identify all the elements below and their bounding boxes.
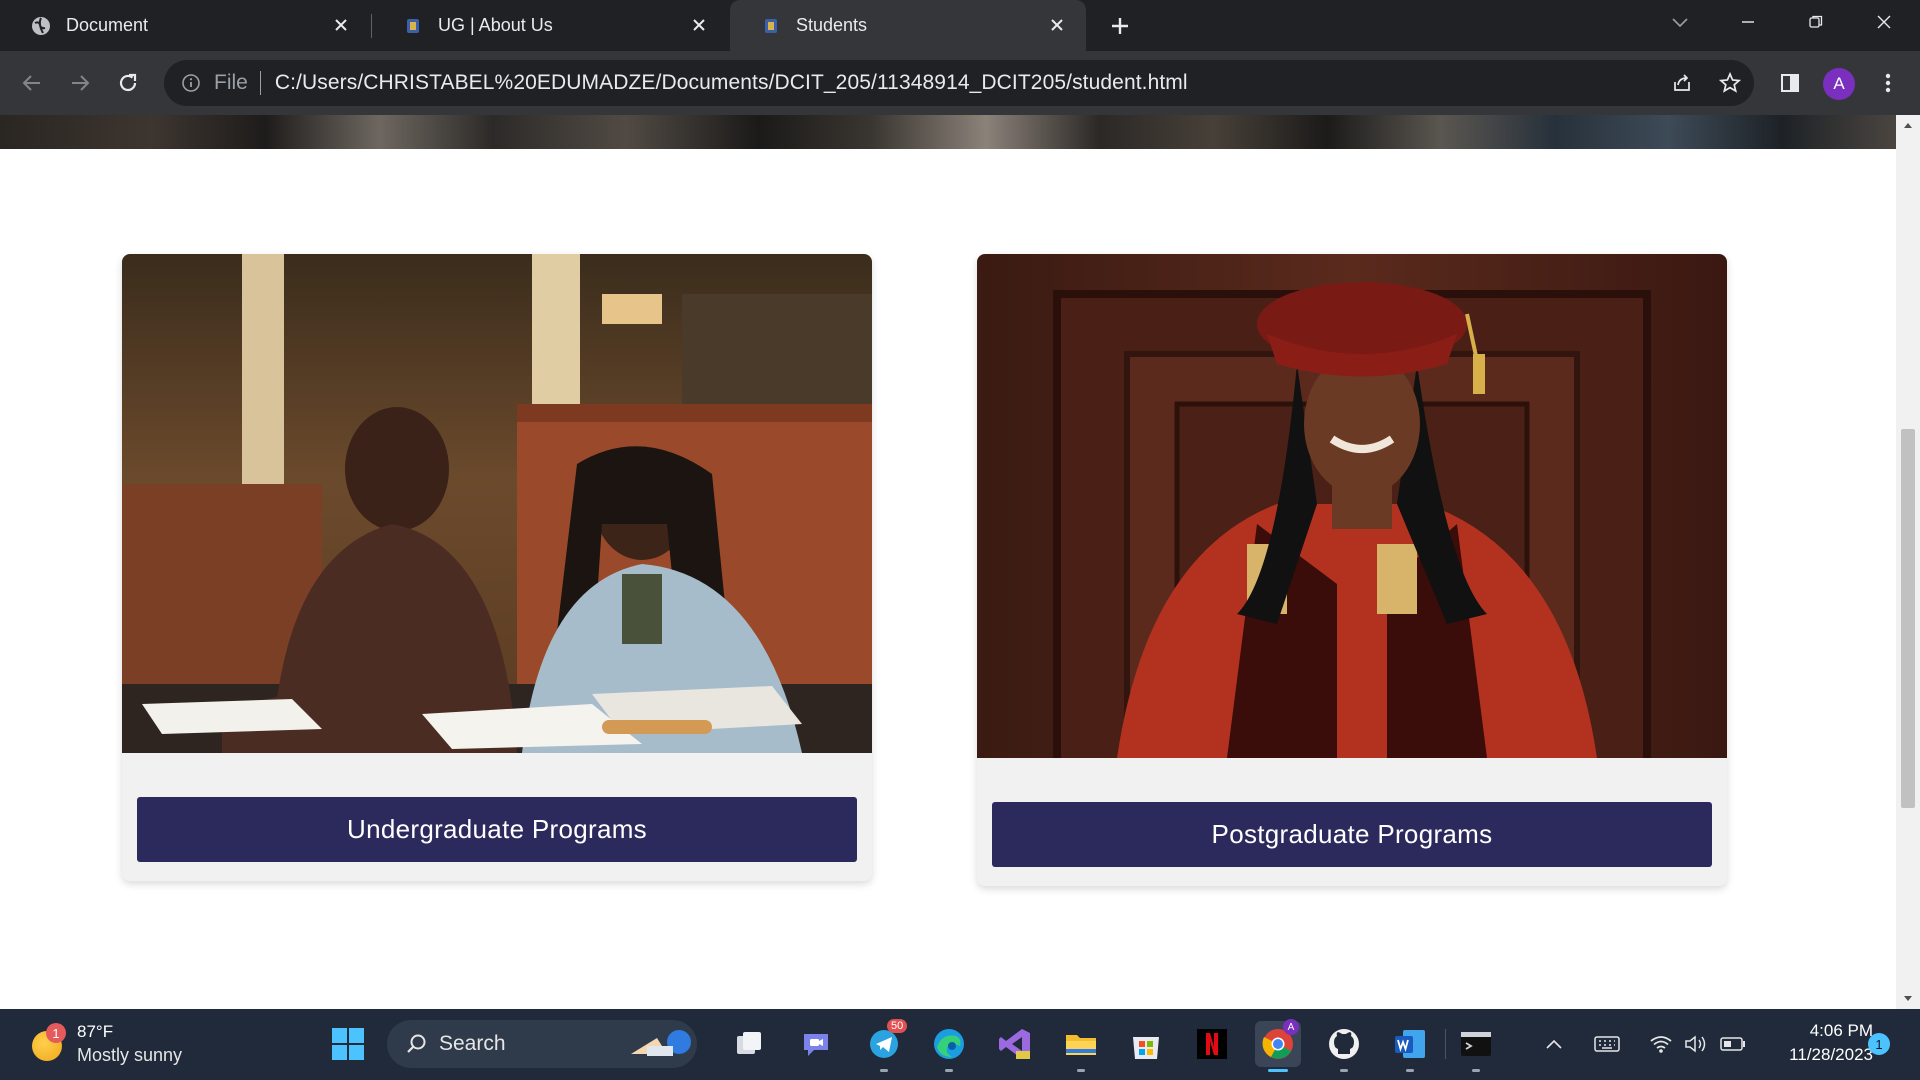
teams-chat-app[interactable] — [793, 1021, 839, 1067]
telegram-badge: 50 — [887, 1019, 908, 1033]
clock-date: 11/28/2023 — [1789, 1045, 1873, 1064]
weather-badge: 1 — [46, 1023, 66, 1043]
new-tab-button[interactable] — [1106, 12, 1134, 40]
notification-badge[interactable]: 1 — [1868, 1033, 1890, 1055]
search-icon — [407, 1034, 426, 1053]
tab-title: UG | About Us — [438, 15, 553, 35]
folder-icon — [1066, 1035, 1096, 1055]
task-view-button[interactable] — [726, 1021, 772, 1067]
running-indicator — [1406, 1069, 1414, 1072]
telegram-app[interactable]: 50 — [861, 1019, 908, 1072]
word-icon — [1395, 1030, 1425, 1058]
close-window-button[interactable] — [1856, 0, 1912, 44]
start-button[interactable] — [325, 1021, 371, 1067]
running-indicator — [1340, 1069, 1348, 1072]
store-icon — [1133, 1037, 1159, 1059]
taskbar-search[interactable]: Search — [387, 1020, 697, 1068]
microsoft-store-app[interactable] — [1123, 1021, 1169, 1067]
keyboard-icon[interactable] — [1590, 1027, 1624, 1061]
forward-button[interactable] — [64, 67, 96, 99]
back-button[interactable] — [16, 67, 48, 99]
active-indicator — [1268, 1069, 1288, 1072]
visual-studio-icon — [999, 1029, 1030, 1059]
visual-studio-app[interactable] — [992, 1021, 1038, 1067]
running-indicator — [880, 1069, 888, 1072]
windows-taskbar: 1 87°F Mostly sunny Search 50 A 4:06 PM … — [0, 1009, 1920, 1080]
page-scrollbar[interactable] — [1896, 115, 1920, 1009]
github-icon — [1329, 1029, 1359, 1059]
terminal-app[interactable] — [1453, 1021, 1499, 1072]
chat-icon — [804, 1034, 828, 1056]
github-desktop-app[interactable] — [1321, 1021, 1367, 1072]
postgraduate-programs-button[interactable]: Postgraduate Programs — [992, 802, 1712, 867]
system-clock[interactable]: 4:06 PM 11/28/2023 — [1763, 1019, 1873, 1067]
weather-condition: Mostly sunny — [77, 1045, 183, 1065]
scrollbar-thumb[interactable] — [1901, 429, 1915, 808]
chrome-app[interactable]: A — [1255, 1019, 1301, 1072]
edge-icon — [934, 1029, 964, 1059]
weather-widget[interactable]: 1 87°F Mostly sunny — [28, 1021, 218, 1069]
battery-icon[interactable] — [1716, 1027, 1750, 1061]
running-indicator — [1077, 1069, 1085, 1072]
close-tab-icon[interactable] — [1046, 14, 1068, 36]
scroll-down-arrow-icon[interactable] — [1902, 993, 1914, 1005]
taskbar-divider — [1445, 1029, 1446, 1059]
search-label: Search — [439, 1032, 506, 1055]
tab-strip: Document UG | About Us Students — [0, 0, 1920, 51]
wifi-icon[interactable] — [1644, 1027, 1678, 1061]
tab-about-us[interactable]: UG | About Us — [372, 0, 728, 51]
show-hidden-icons-chevron-icon[interactable] — [1537, 1027, 1571, 1061]
scroll-up-arrow-icon[interactable] — [1902, 119, 1914, 131]
word-app[interactable] — [1387, 1021, 1433, 1072]
tab-search-chevron-icon[interactable] — [1652, 0, 1708, 44]
close-tab-icon[interactable] — [330, 14, 352, 36]
undergraduate-programs-button[interactable]: Undergraduate Programs — [137, 797, 857, 862]
terminal-icon — [1461, 1032, 1491, 1056]
undergraduate-card: Undergraduate Programs — [122, 254, 872, 881]
tab-document[interactable]: Document — [0, 0, 370, 51]
running-indicator — [945, 1069, 953, 1072]
edge-app[interactable] — [926, 1021, 972, 1072]
running-indicator — [1472, 1069, 1480, 1072]
ug-crest-icon — [760, 15, 782, 37]
task-view-icon — [737, 1032, 761, 1054]
graduate-in-gown-photo — [977, 254, 1727, 768]
url-text[interactable]: C:/Users/CHRISTABEL%20EDUMADZE/Documents… — [275, 71, 1188, 95]
netflix-app[interactable] — [1189, 1021, 1235, 1067]
chrome-profile-badge: A — [1283, 1019, 1299, 1035]
volume-icon[interactable] — [1680, 1027, 1714, 1061]
netflix-icon — [1197, 1029, 1227, 1059]
address-bar[interactable]: File C:/Users/CHRISTABEL%20EDUMADZE/Docu… — [164, 60, 1754, 106]
profile-avatar[interactable]: A — [1823, 68, 1855, 100]
reload-button[interactable] — [112, 67, 144, 99]
weather-temp: 87°F — [77, 1022, 114, 1041]
clock-time: 4:06 PM — [1809, 1021, 1873, 1040]
more-menu-icon[interactable] — [1872, 67, 1904, 99]
ug-crest-icon — [402, 15, 424, 37]
search-highlight-icon — [631, 1030, 691, 1056]
postgraduate-card: Postgraduate Programs — [977, 254, 1727, 886]
hero-image-bottom — [0, 115, 1896, 149]
omnibox-divider — [259, 71, 261, 95]
bookmark-star-icon[interactable] — [1714, 67, 1746, 99]
windows-logo-icon — [332, 1028, 364, 1060]
students-studying-photo — [122, 254, 872, 753]
share-icon[interactable] — [1666, 67, 1698, 99]
tab-title: Document — [66, 15, 149, 35]
globe-icon — [30, 15, 52, 37]
minimize-button[interactable] — [1720, 0, 1776, 44]
restore-button[interactable] — [1788, 0, 1844, 44]
close-tab-icon[interactable] — [688, 14, 710, 36]
side-panel-icon[interactable] — [1774, 67, 1806, 99]
tab-students[interactable]: Students — [730, 0, 1086, 51]
tab-title: Students — [796, 15, 868, 35]
page-viewport: Undergraduate Programs Postgraduate Prog… — [0, 115, 1896, 1009]
file-explorer-app[interactable] — [1058, 1021, 1104, 1072]
site-info-icon[interactable] — [178, 70, 204, 96]
scheme-label: File — [214, 71, 248, 94]
browser-toolbar: File C:/Users/CHRISTABEL%20EDUMADZE/Docu… — [0, 51, 1920, 115]
